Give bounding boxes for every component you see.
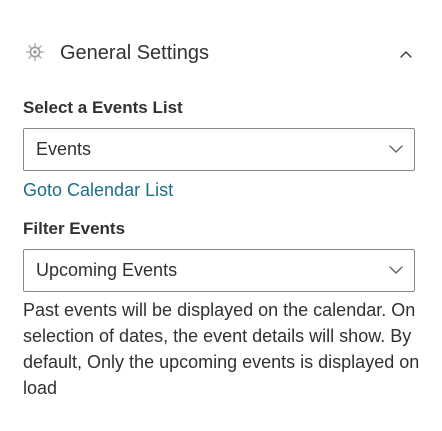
chevron-down-icon: [388, 141, 404, 157]
section-title: General Settings: [60, 42, 209, 64]
filter-events-label: Filter Events: [23, 219, 126, 238]
events-list-label: Select a Events List: [23, 98, 183, 117]
goto-calendar-link[interactable]: Goto Calendar List: [23, 180, 173, 201]
filter-description: Past events will be displayed on the cal…: [23, 300, 420, 398]
chevron-up-icon[interactable]: [394, 42, 418, 66]
chevron-down-icon: [388, 262, 404, 278]
filter-events-dropdown[interactable]: Upcoming Events: [23, 249, 415, 292]
filter-events-value: Upcoming Events: [36, 260, 178, 280]
section-header[interactable]: General Settings: [0, 28, 442, 78]
settings-panel: General Settings Select a Events List Ev…: [0, 0, 442, 431]
events-list-dropdown[interactable]: Events: [23, 128, 415, 171]
events-list-value: Events: [36, 139, 92, 159]
gear-icon: [24, 41, 46, 63]
